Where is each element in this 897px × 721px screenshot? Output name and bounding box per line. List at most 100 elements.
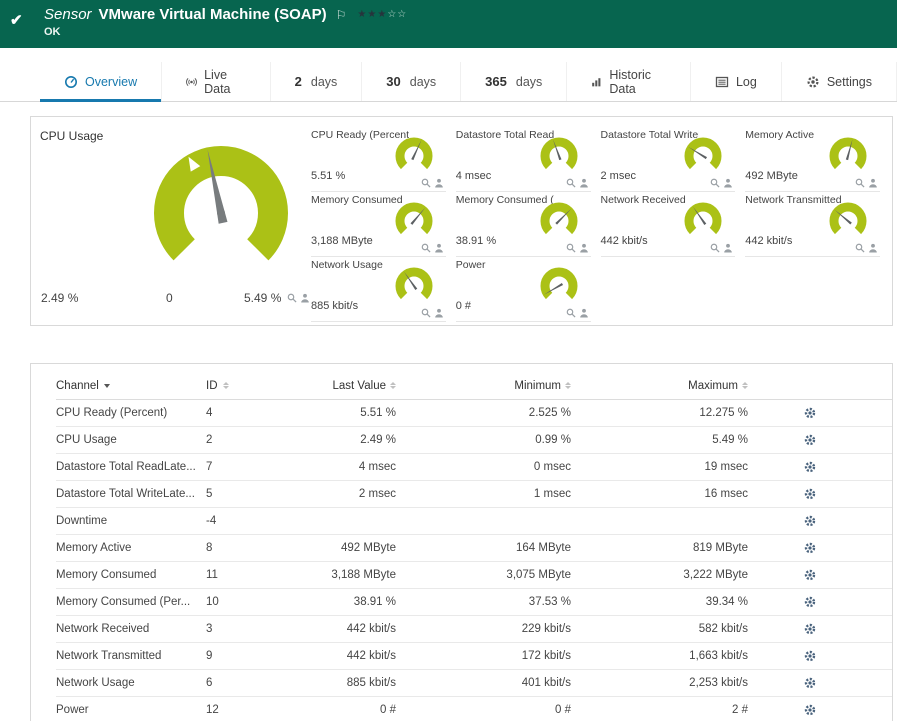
cell-id: 12 — [206, 704, 219, 716]
main-gauge-value: 2.49 % — [41, 291, 79, 305]
cell-id: -4 — [206, 515, 217, 527]
channel-settings-button[interactable] — [803, 703, 892, 717]
person-icon[interactable] — [579, 178, 589, 188]
channel-settings-button[interactable] — [803, 460, 892, 474]
live-data-broadcast-icon — [186, 77, 197, 86]
mini-gauge-dial — [395, 137, 433, 170]
mini-gauge-value: 885 kbit/s — [311, 300, 359, 312]
mini-gauge-dial — [395, 202, 433, 235]
sort-desc-icon — [103, 383, 110, 388]
tab-label: days — [515, 74, 543, 89]
gear-icon — [804, 434, 816, 446]
sort-icon — [222, 382, 229, 389]
magnifier-icon[interactable] — [566, 243, 576, 253]
tab-day-count: 30 — [386, 74, 401, 89]
column-header-id[interactable]: ID — [206, 380, 276, 392]
person-icon[interactable] — [579, 243, 589, 253]
magnifier-icon[interactable] — [855, 178, 865, 188]
magnifier-icon[interactable] — [710, 178, 720, 188]
magnifier-icon[interactable] — [421, 308, 431, 318]
gear-icon — [804, 596, 816, 608]
table-row: Downtime -4 — [56, 508, 892, 535]
flag-icon[interactable]: ⚐ — [336, 8, 347, 22]
channel-settings-button[interactable] — [803, 676, 892, 690]
cell-id: 7 — [206, 461, 213, 473]
cell-last-value: 3,188 MByte — [331, 569, 396, 581]
channel-settings-button[interactable] — [803, 406, 892, 420]
channel-settings-button[interactable] — [803, 622, 892, 636]
channel-settings-button[interactable] — [803, 649, 892, 663]
person-icon[interactable] — [434, 308, 444, 318]
person-icon[interactable] — [300, 293, 310, 303]
mini-gauge-dial — [540, 202, 577, 235]
mini-gauge-dial — [684, 137, 722, 170]
gear-icon — [804, 677, 816, 689]
cell-minimum: 3,075 MByte — [506, 569, 571, 581]
channel-settings-button[interactable] — [803, 514, 892, 528]
magnifier-icon[interactable] — [855, 243, 865, 253]
mini-gauge-value: 442 kbit/s — [600, 235, 648, 247]
table-row: Datastore Total ReadLate... 7 4 msec 0 m… — [56, 454, 892, 481]
magnifier-icon[interactable] — [421, 243, 431, 253]
cell-channel: Network Received — [56, 623, 150, 635]
gauges-panel: CPU Usage 2.49 % 0 5.49 % CPU Ready (Per… — [30, 116, 893, 326]
magnifier-icon[interactable] — [566, 178, 576, 188]
person-icon[interactable] — [723, 243, 733, 253]
column-header-last-value[interactable]: Last Value — [333, 380, 396, 392]
mini-gauge-memory-active: Memory Active 492 MByte — [745, 129, 880, 192]
cell-channel: Power — [56, 704, 89, 716]
cell-channel: Downtime — [56, 515, 108, 527]
cell-id: 11 — [206, 569, 218, 581]
column-header-minimum[interactable]: Minimum — [514, 380, 571, 392]
gear-icon — [804, 704, 816, 716]
mini-gauge-network-transmitted: Network Transmitted 442 kbit/s — [745, 194, 880, 257]
gear-icon — [804, 623, 816, 635]
tab-overview[interactable]: Overview — [40, 62, 163, 102]
person-icon[interactable] — [868, 178, 878, 188]
person-icon[interactable] — [434, 178, 444, 188]
channel-settings-button[interactable] — [803, 433, 892, 447]
channel-settings-button[interactable] — [803, 487, 892, 501]
mini-gauge-network-usage: Network Usage 885 kbit/s — [311, 259, 446, 322]
tab-historic-data[interactable]: Historic Data — [567, 62, 691, 101]
table-row: CPU Ready (Percent) 4 5.51 % 2.525 % 12.… — [56, 400, 892, 427]
magnifier-icon[interactable] — [287, 293, 297, 303]
gear-icon — [804, 461, 816, 473]
cell-last-value: 442 kbit/s — [346, 623, 396, 635]
cell-minimum: 37.53 % — [528, 596, 571, 608]
mini-gauge-value: 2 msec — [600, 170, 636, 182]
column-header-channel[interactable]: Channel — [56, 380, 206, 392]
tab-live-data[interactable]: Live Data — [162, 62, 271, 101]
cell-maximum: 39.34 % — [705, 596, 748, 608]
star-icon-filled[interactable]: ★★★ — [357, 9, 387, 20]
tab-30-days[interactable]: 30 days — [362, 62, 462, 101]
tab-log[interactable]: Log — [691, 62, 782, 101]
tab-settings[interactable]: Settings — [782, 62, 897, 101]
star-icon-empty[interactable]: ☆☆ — [387, 9, 407, 20]
tab-2-days[interactable]: 2 days — [271, 62, 363, 101]
column-header-maximum[interactable]: Maximum — [688, 380, 748, 392]
cell-maximum: 582 kbit/s — [698, 623, 748, 635]
magnifier-icon[interactable] — [710, 243, 720, 253]
magnifier-icon[interactable] — [421, 178, 431, 188]
channel-settings-button[interactable] — [803, 568, 892, 582]
tab-label: Historic Data — [609, 67, 652, 96]
cell-channel: Memory Consumed (Per... — [56, 596, 191, 608]
channel-settings-button[interactable] — [803, 595, 892, 609]
cell-last-value: 4 msec — [358, 461, 396, 473]
person-icon[interactable] — [723, 178, 733, 188]
person-icon[interactable] — [579, 308, 589, 318]
cell-maximum: 16 msec — [704, 488, 748, 500]
table-header-row: Channel ID Last Value Minimum Maximum — [56, 372, 892, 400]
person-icon[interactable] — [868, 243, 878, 253]
tab-label: Live Data — [204, 67, 231, 96]
channel-settings-button[interactable] — [803, 541, 892, 555]
cell-minimum: 1 msec — [533, 488, 571, 500]
person-icon[interactable] — [434, 243, 444, 253]
gear-icon — [804, 488, 816, 500]
tab-365-days[interactable]: 365 days — [461, 62, 568, 101]
mini-gauge-value: 4 msec — [455, 170, 492, 182]
magnifier-icon[interactable] — [566, 308, 576, 318]
tab-label: Settings — [826, 74, 872, 89]
priority-stars[interactable]: ★★★☆☆ — [357, 9, 407, 20]
